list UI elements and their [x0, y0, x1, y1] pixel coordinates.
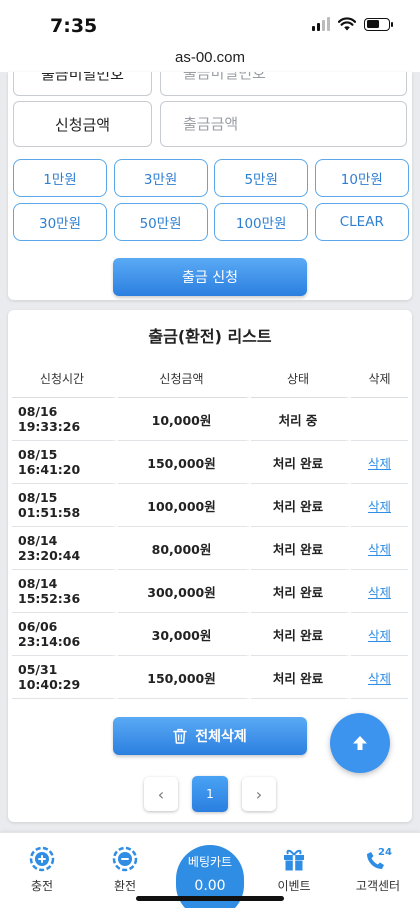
header-amount: 신청금액 [118, 360, 251, 398]
gift-icon [284, 849, 304, 871]
charge-icon [29, 846, 55, 872]
url-bar[interactable]: as-00.com [0, 46, 420, 72]
row-time: 08/15 16:41:20 [12, 441, 118, 484]
row-amount: 150,000원 [118, 441, 251, 484]
table-row: 08/15 16:41:20 150,000원 처리 완료 삭제 [12, 441, 408, 484]
amount-1000000-button[interactable]: 100만원 [214, 203, 309, 241]
row-delete-link[interactable]: 삭제 [368, 671, 391, 686]
prev-page-button[interactable]: ‹ [144, 777, 178, 811]
row-time: 08/16 19:33:26 [12, 398, 118, 441]
phone-24-icon: 24 [367, 847, 392, 869]
row-amount: 150,000원 [118, 656, 251, 699]
amount-label: 신청금액 [13, 101, 152, 147]
row-status: 처리 완료 [251, 613, 351, 656]
table-row: 08/14 15:52:36 300,000원 처리 완료 삭제 [12, 570, 408, 613]
nav-item-support[interactable]: 24 고객센터 [338, 845, 418, 894]
withdraw-table: 신청시간 신청금액 상태 삭제 08/16 19:33:26 10,000원 처… [12, 360, 408, 699]
betting-cart-value: 0.00 [194, 878, 226, 894]
status-time: 7:35 [50, 15, 98, 37]
row-time: 06/06 23:14:06 [12, 613, 118, 656]
amount-input[interactable] [160, 101, 407, 147]
row-status: 처리 완료 [251, 527, 351, 570]
table-row: 08/16 19:33:26 10,000원 처리 중 [12, 398, 408, 441]
row-delete-cell: 삭제 [351, 441, 408, 484]
row-delete-cell [351, 398, 408, 441]
row-status: 처리 완료 [251, 570, 351, 613]
list-title: 출금(환전) 리스트 [148, 327, 272, 346]
amount-50000-button[interactable]: 5만원 [214, 159, 309, 197]
row-status: 처리 완료 [251, 441, 351, 484]
wifi-icon [338, 17, 356, 31]
row-delete-cell: 삭제 [351, 484, 408, 527]
header-time: 신청시간 [12, 360, 118, 398]
row-time: 05/31 10:40:29 [12, 656, 118, 699]
password-input[interactable] [160, 72, 407, 96]
row-time: 08/15 01:51:58 [12, 484, 118, 527]
table-row: 05/31 10:40:29 150,000원 처리 완료 삭제 [12, 656, 408, 699]
page-1-button[interactable]: 1 [192, 776, 228, 812]
header-status: 상태 [251, 360, 351, 398]
header-delete: 삭제 [351, 360, 408, 398]
row-delete-link[interactable]: 삭제 [368, 628, 391, 643]
scroll-to-top-button[interactable] [330, 713, 390, 773]
row-delete-cell: 삭제 [351, 656, 408, 699]
clear-button[interactable]: CLEAR [314, 203, 409, 241]
row-time: 08/14 15:52:36 [12, 570, 118, 613]
battery-icon [364, 17, 393, 31]
row-delete-cell: 삭제 [351, 527, 408, 570]
withdraw-submit-button[interactable]: 출금 신청 [113, 258, 307, 296]
arrow-up-icon [353, 736, 367, 750]
row-amount: 30,000원 [118, 613, 251, 656]
amount-button-grid: 1만원 3만원 5만원 10만원 30만원 50만원 100만원 CLEAR [13, 159, 409, 241]
row-amount: 80,000원 [118, 527, 251, 570]
status-icons [312, 17, 393, 31]
delete-all-label: 전체삭제 [195, 729, 247, 745]
exchange-icon [112, 846, 138, 872]
nav-item-exchange[interactable]: 환전 [85, 845, 165, 894]
nav-label-event: 이벤트 [277, 879, 311, 893]
row-delete-link[interactable]: 삭제 [368, 542, 391, 557]
betting-cart-label: 베팅카트 [187, 855, 233, 869]
row-status: 처리 완료 [251, 656, 351, 699]
signal-icon [312, 17, 330, 31]
nav-item-event[interactable]: 이벤트 [254, 845, 334, 894]
status-bar: 7:35 [0, 0, 420, 46]
row-amount: 100,000원 [118, 484, 251, 527]
table-header-row: 신청시간 신청금액 상태 삭제 [12, 360, 408, 398]
amount-300000-button[interactable]: 30만원 [13, 203, 107, 241]
row-delete-cell: 삭제 [351, 570, 408, 613]
row-delete-cell: 삭제 [351, 613, 408, 656]
next-page-button[interactable]: › [242, 777, 276, 811]
amount-100000-button[interactable]: 10만원 [314, 159, 409, 197]
amount-row: 신청금액 [13, 101, 407, 147]
password-row: 출금비밀번호 [13, 72, 407, 96]
row-time: 08/14 23:20:44 [12, 527, 118, 570]
nav-label-charge: 충전 [30, 879, 54, 893]
nav-item-charge[interactable]: 충전 [2, 845, 82, 894]
row-status: 처리 중 [251, 398, 351, 441]
nav-label-exchange: 환전 [113, 879, 137, 893]
row-status: 처리 완료 [251, 484, 351, 527]
table-row: 08/15 01:51:58 100,000원 처리 완료 삭제 [12, 484, 408, 527]
home-indicator [136, 896, 284, 901]
amount-30000-button[interactable]: 3만원 [113, 159, 208, 197]
amount-10000-button[interactable]: 1만원 [13, 159, 107, 197]
pagination: ‹ 1 › [8, 776, 412, 812]
row-amount: 300,000원 [118, 570, 251, 613]
row-delete-link[interactable]: 삭제 [368, 499, 391, 514]
withdraw-form-card: 출금비밀번호 신청금액 1만원 3만원 5만원 10만원 30만원 50만원 1… [8, 72, 412, 300]
table-row: 06/06 23:14:06 30,000원 처리 완료 삭제 [12, 613, 408, 656]
amount-500000-button[interactable]: 50만원 [113, 203, 208, 241]
row-delete-link[interactable]: 삭제 [368, 456, 391, 471]
password-label: 출금비밀번호 [13, 72, 152, 96]
row-delete-link[interactable]: 삭제 [368, 585, 391, 600]
delete-all-button[interactable]: 전체삭제 [113, 717, 307, 755]
trash-icon [173, 728, 188, 744]
nav-label-support: 고객센터 [355, 879, 401, 893]
svg-text:24: 24 [378, 847, 392, 858]
row-amount: 10,000원 [118, 398, 251, 441]
table-row: 08/14 23:20:44 80,000원 처리 완료 삭제 [12, 527, 408, 570]
